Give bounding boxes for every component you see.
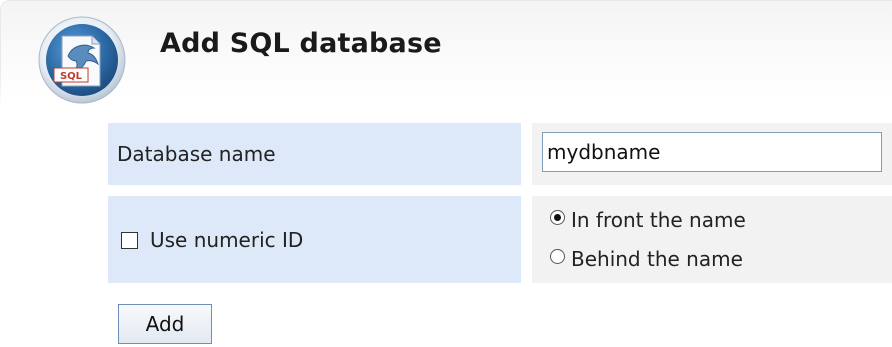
- use-numeric-id-option[interactable]: Use numeric ID: [121, 228, 303, 252]
- radio-label-behind: Behind the name: [571, 247, 743, 271]
- add-button[interactable]: Add: [118, 304, 212, 344]
- database-name-input[interactable]: [542, 132, 882, 172]
- logo-sql-text: SQL: [60, 71, 83, 82]
- radio-label-in-front: In front the name: [571, 208, 746, 232]
- add-sql-database-page: SQL Add SQL database Database name Use n…: [0, 0, 892, 347]
- radio-option-behind[interactable]: Behind the name: [550, 247, 743, 271]
- database-name-label: Database name: [117, 142, 276, 166]
- radio-button-behind[interactable]: [550, 248, 565, 264]
- numeric-id-label-cell: Use numeric ID: [108, 196, 521, 283]
- numeric-id-position-cell: In front the name Behind the name: [532, 196, 892, 283]
- mysql-database-icon: SQL: [38, 16, 126, 104]
- page-title: Add SQL database: [160, 28, 442, 59]
- radio-option-in-front[interactable]: In front the name: [550, 208, 746, 232]
- database-name-label-cell: Database name: [108, 123, 521, 185]
- header-fade: [0, 70, 892, 110]
- use-numeric-id-checkbox[interactable]: [121, 231, 138, 249]
- radio-selected-dot: [554, 213, 561, 221]
- database-name-value-cell: [532, 123, 892, 185]
- use-numeric-id-label: Use numeric ID: [150, 228, 304, 252]
- radio-button-in-front[interactable]: [550, 209, 565, 225]
